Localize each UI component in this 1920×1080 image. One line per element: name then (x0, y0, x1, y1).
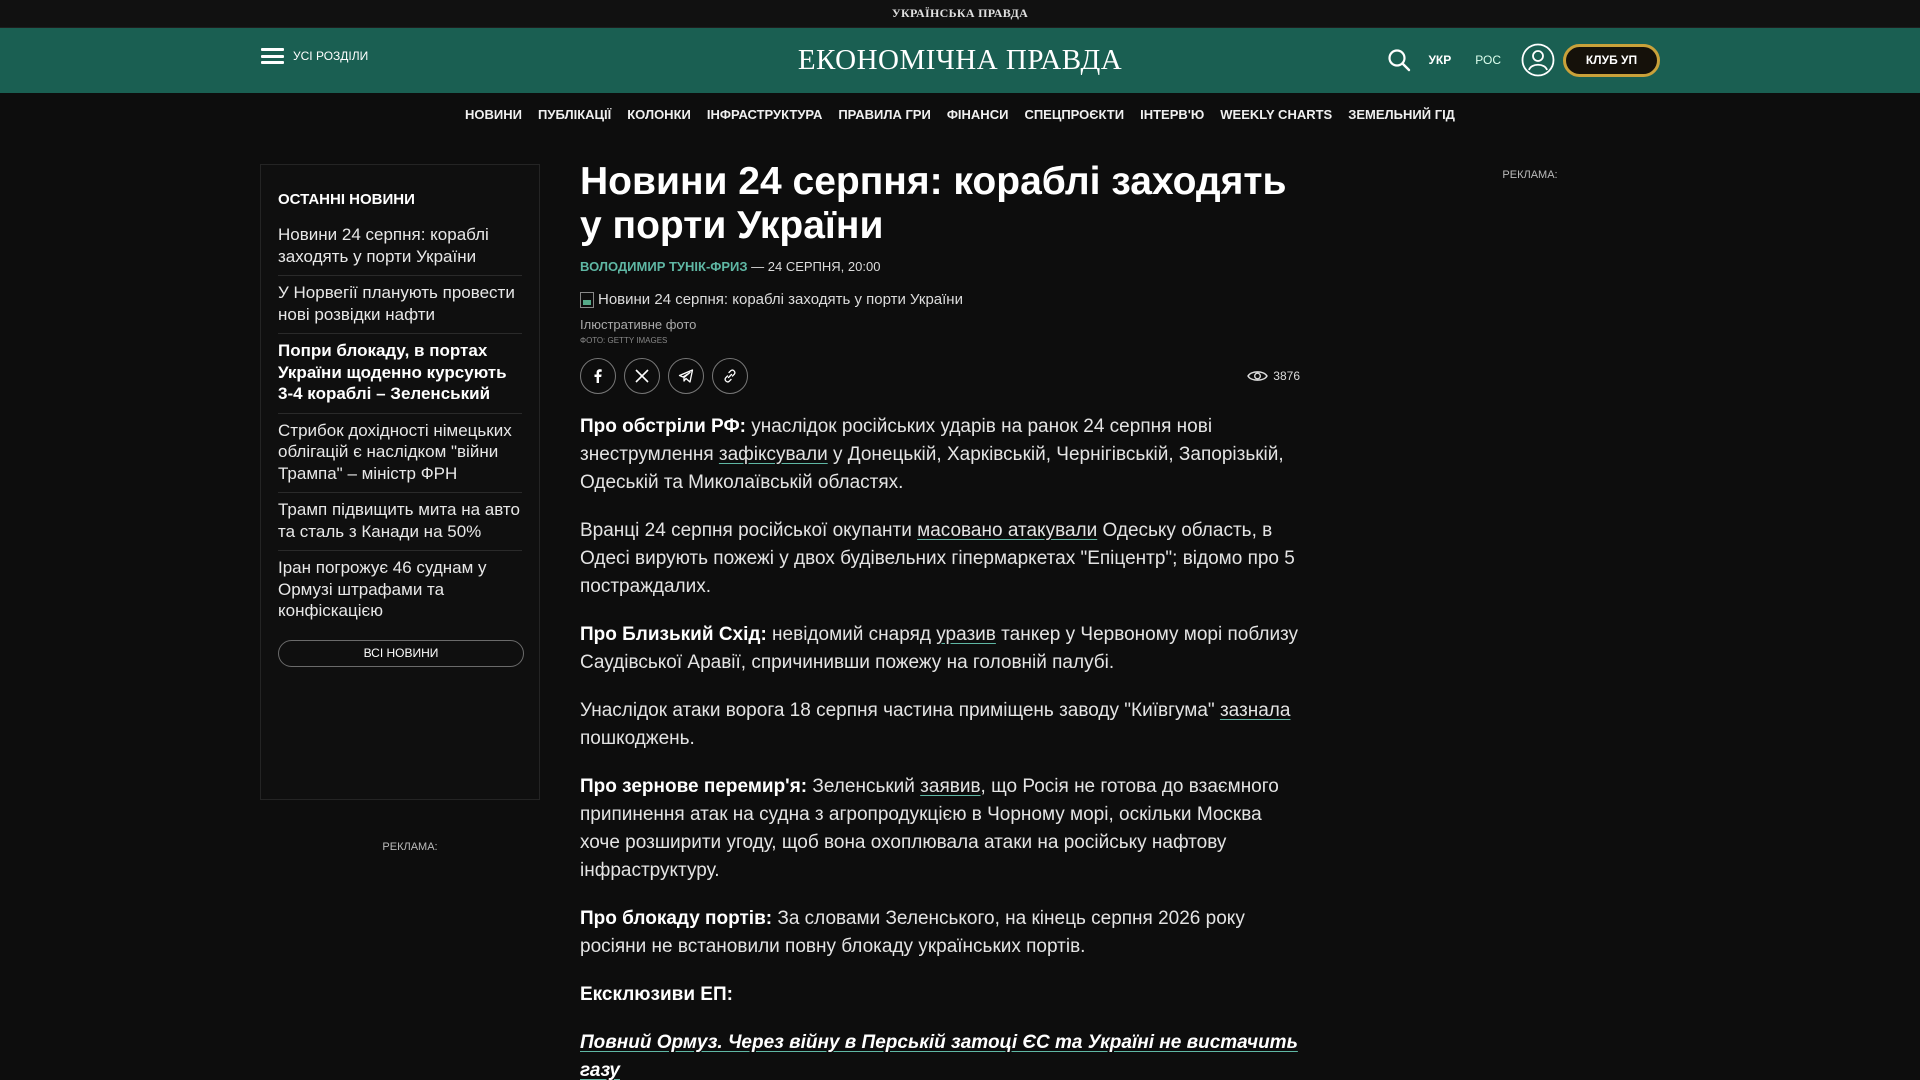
nav-item-rules[interactable]: ПРАВИЛА ГРИ (838, 107, 931, 122)
exclusives-heading-text: Ексклюзиви ЕП: (580, 984, 733, 1005)
exclusives-heading: Ексклюзиви ЕП: (580, 981, 1300, 1009)
search-icon[interactable] (1386, 47, 1412, 73)
site-logo-link[interactable]: ЕКОНОМІЧНА ПРАВДА (798, 44, 1122, 76)
nav-item-finance[interactable]: ФІНАНСИ (947, 107, 1009, 122)
broken-image-icon (580, 291, 594, 308)
article-image: Новини 24 серпня: кораблі заходять у пор… (580, 291, 1300, 308)
list-item[interactable]: Новини 24 серпня: кораблі заходять у пор… (278, 218, 522, 276)
ad-label-right: РЕКЛАМА: (1502, 169, 1558, 181)
telegram-share-button[interactable] (668, 358, 704, 394)
article: Новини 24 серпня: кораблі заходять у пор… (580, 160, 1300, 1080)
telegram-icon (678, 369, 694, 383)
nav-item-land-guide[interactable]: ЗЕМЕЛЬНИЙ ГІД (1348, 107, 1455, 122)
latest-news-sidebar: ОСТАННІ НОВИНИ Новини 24 серпня: кораблі… (260, 164, 540, 800)
paragraph-text: Унаслідок атаки ворога 18 серпня частина… (580, 700, 1220, 721)
paragraph-text: пошкоджень. (580, 728, 695, 749)
x-icon (635, 369, 649, 383)
inline-link[interactable]: масовано атакували (917, 520, 1097, 541)
club-up-button[interactable]: КЛУБ УП (1563, 43, 1660, 77)
link-icon (724, 369, 736, 383)
list-item[interactable]: Іран погрожує 46 суднам у Ормузі штрафам… (278, 551, 522, 630)
nav-item-interview[interactable]: ІНТЕРВ'Ю (1140, 107, 1204, 122)
share-buttons (580, 358, 748, 394)
paragraph-lead: Про блокаду портів: (580, 908, 773, 929)
list-item[interactable]: Попри блокаду, в портах України щоденно … (278, 334, 522, 414)
eye-icon (1247, 371, 1269, 381)
article-image-alt: Новини 24 серпня: кораблі заходять у пор… (598, 291, 963, 308)
exclusive-item: Повний Ормуз. Через війну в Перській зат… (580, 1029, 1300, 1080)
header-actions: УКР РОС КЛУБ УП (1386, 41, 1660, 79)
paragraph-odesa: Вранці 24 серпня російської окупанти мас… (580, 517, 1300, 601)
paragraph-text: невідомий снаряд (766, 624, 937, 645)
facebook-share-button[interactable] (580, 358, 616, 394)
top-brand-bar: УКРАЇНСЬКА ПРАВДА (0, 0, 1920, 28)
image-caption: Ілюстративне фото (580, 317, 697, 332)
paragraph-text: Зеленський (807, 776, 921, 797)
view-count: 3876 (1273, 369, 1300, 383)
ad-label-left: РЕКЛАМА: (382, 841, 438, 853)
inline-link[interactable]: заявив (920, 776, 980, 797)
paragraph-middle-east: Про Близький Схід: невідомий снаряд ураз… (580, 621, 1300, 677)
view-counter: 3876 (1247, 369, 1300, 383)
all-news-button[interactable]: ВСІ НОВИНИ (278, 639, 524, 667)
inline-link[interactable]: зазнала (1220, 700, 1291, 721)
paragraph-port-blockade: Про блокаду портів: За словами Зеленсько… (580, 905, 1300, 961)
latest-news-list: Новини 24 серпня: кораблі заходять у пор… (278, 218, 522, 630)
lang-ukr-link[interactable]: УКР (1428, 53, 1451, 67)
parent-brand-link[interactable]: УКРАЇНСЬКА ПРАВДА (892, 6, 1028, 21)
main-nav: НОВИНИ ПУБЛІКАЦІЇ КОЛОНКИ ІНФРАСТРУКТУРА… (0, 93, 1920, 135)
paragraph-text: Вранці 24 серпня російської окупанти (580, 520, 918, 541)
paragraph-kyivguma: Унаслідок атаки ворога 18 серпня частина… (580, 697, 1300, 753)
list-item[interactable]: У Норвегії планують провести нові розвід… (278, 276, 522, 334)
exclusive-link[interactable]: Повний Ормуз. Через війну в Перській зат… (580, 1032, 1298, 1080)
paragraph-lead: Про Близький Схід: (580, 624, 767, 645)
inline-link[interactable]: зафіксували (719, 444, 828, 465)
user-account-icon[interactable] (1521, 43, 1555, 77)
paragraph-lead: Про зернове перемир'я: (580, 776, 808, 797)
x-share-button[interactable] (624, 358, 660, 394)
facebook-icon (594, 369, 602, 383)
article-date: — 24 СЕРПНЯ, 20:00 (747, 259, 881, 274)
nav-item-columns[interactable]: КОЛОНКИ (627, 107, 691, 122)
paragraph-shelling: Про обстріли РФ: унаслідок російських уд… (580, 413, 1300, 497)
copy-link-button[interactable] (712, 358, 748, 394)
nav-item-weekly-charts[interactable]: WEEKLY CHARTS (1220, 107, 1332, 122)
image-credit: ФОТО: GETTY IMAGES (580, 336, 668, 345)
list-item[interactable]: Стрибок дохідності німецьких облігацій є… (278, 414, 522, 493)
latest-news-title: ОСТАННІ НОВИНИ (278, 191, 415, 208)
nav-item-infrastructure[interactable]: ІНФРАСТРУКТУРА (707, 107, 822, 122)
inline-link[interactable]: уразив (936, 624, 996, 645)
article-body: Про обстріли РФ: унаслідок російських уд… (580, 413, 1300, 1080)
paragraph-grain-truce: Про зернове перемир'я: Зеленський заявив… (580, 773, 1300, 885)
article-meta: ВОЛОДИМИР ТУНІК-ФРИЗ — 24 СЕРПНЯ, 20:00 (580, 259, 1300, 274)
nav-item-special-projects[interactable]: СПЕЦПРОЄКТИ (1024, 107, 1124, 122)
article-title: Новини 24 серпня: кораблі заходять у пор… (580, 160, 1287, 247)
lang-ros-link[interactable]: РОС (1475, 53, 1501, 67)
nav-item-news[interactable]: НОВИНИ (465, 107, 522, 122)
site-header: УСІ РОЗДІЛИ ЕКОНОМІЧНА ПРАВДА УКР РОС КЛ… (0, 28, 1920, 93)
paragraph-lead: Про обстріли РФ: (580, 416, 746, 437)
author-link[interactable]: ВОЛОДИМИР ТУНІК-ФРИЗ (580, 259, 748, 274)
share-row: 3876 (580, 358, 1300, 394)
list-item[interactable]: Трамп підвищить мита на авто та сталь з … (278, 493, 522, 551)
nav-item-publications[interactable]: ПУБЛІКАЦІЇ (538, 107, 611, 122)
